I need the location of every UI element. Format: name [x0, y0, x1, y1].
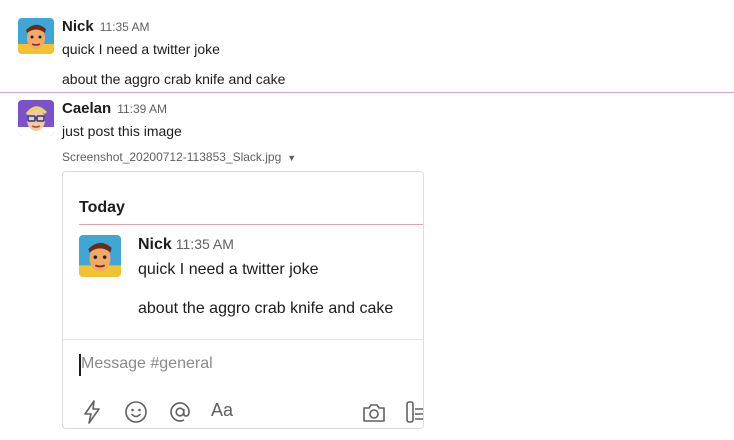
day-divider-label: Today [79, 199, 125, 216]
chevron-down-icon[interactable]: ▼ [287, 153, 296, 163]
message-text: quick I need a twitter joke [138, 261, 319, 278]
avatar[interactable] [18, 100, 54, 136]
attached-image[interactable]: Today Nick 11:35 AM quick I need a twitte… [62, 171, 424, 429]
file-name-label: Screenshot_20200712-113853_Slack.jpg [62, 150, 282, 164]
file-name-link[interactable]: Screenshot_20200712-113853_Slack.jpg ▼ [62, 150, 296, 164]
message-header: Nick 11:35 AM [62, 18, 150, 36]
message-text: about the aggro crab knife and cake [138, 300, 394, 317]
emoji-icon [124, 400, 148, 424]
message-input: Message #general [81, 355, 213, 372]
message-header: Caelan 11:39 AM [62, 100, 167, 118]
avatar [79, 235, 121, 277]
timestamp: 11:35 AM [175, 236, 234, 252]
attach-icon [405, 400, 423, 424]
message-header: Nick 11:35 AM [138, 236, 234, 254]
message-text: just post this image [62, 123, 182, 139]
new-messages-divider [0, 92, 734, 93]
lightning-icon [81, 400, 103, 424]
day-divider-line [79, 224, 423, 225]
camera-icon [361, 400, 387, 424]
composer-divider [63, 339, 423, 340]
author-name[interactable]: Caelan [62, 100, 111, 117]
timestamp[interactable]: 11:35 AM [100, 20, 150, 34]
format-label: Aa [211, 400, 234, 420]
author-name[interactable]: Nick [62, 18, 94, 35]
message-text: about the aggro crab knife and cake [62, 71, 286, 87]
timestamp[interactable]: 11:39 AM [117, 102, 167, 116]
author-name: Nick [138, 236, 172, 253]
avatar[interactable] [18, 18, 54, 54]
message-text: quick I need a twitter joke [62, 41, 220, 57]
mention-icon [168, 400, 192, 424]
